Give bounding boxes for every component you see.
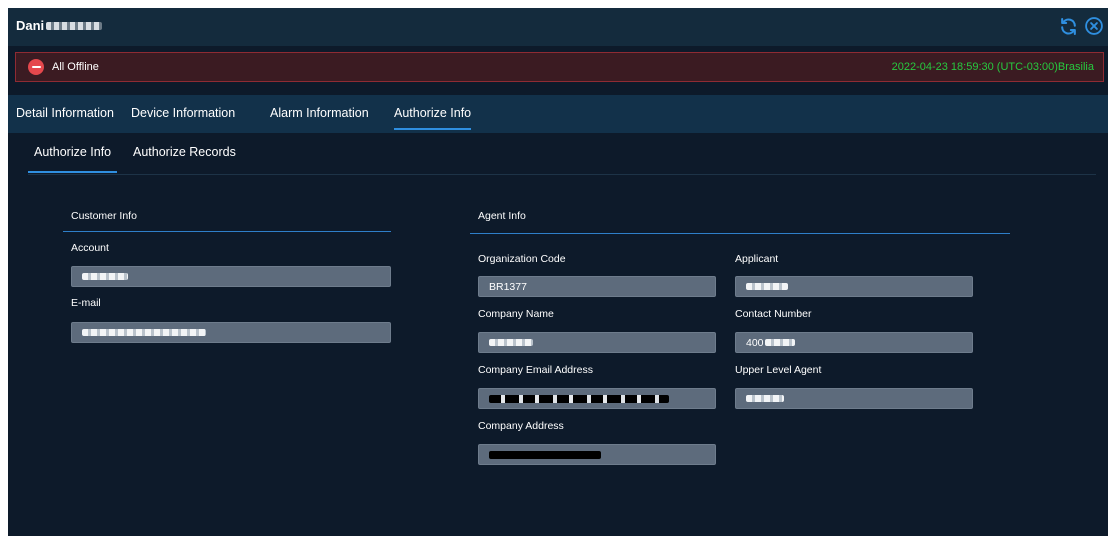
upper-level-agent-label: Upper Level Agent <box>735 364 822 376</box>
subtab-authorize-records[interactable]: Authorize Records <box>133 145 236 159</box>
redacted-company-email <box>489 394 669 403</box>
upper-level-agent-field[interactable] <box>735 388 973 409</box>
window-header: Dani <box>8 8 1108 46</box>
company-address-field[interactable] <box>478 444 716 465</box>
offline-icon <box>28 59 44 75</box>
header-actions <box>1058 16 1104 36</box>
authorize-info-window: Dani All Offline 2022-04-23 18:59:30 (UT… <box>8 8 1108 536</box>
customer-info-title: Customer Info <box>71 210 137 222</box>
close-circle-icon[interactable] <box>1084 16 1104 36</box>
redacted-name <box>46 21 103 30</box>
status-timestamp: 2022-04-23 18:59:30 (UTC-03:00)Brasilia <box>891 61 1094 73</box>
redacted-upper-level-agent <box>746 395 784 402</box>
device-owner-title: Dani <box>16 18 103 33</box>
status-bar: All Offline 2022-04-23 18:59:30 (UTC-03:… <box>15 52 1104 82</box>
email-label: E-mail <box>71 297 101 309</box>
agent-info-title: Agent Info <box>478 210 526 222</box>
applicant-label: Applicant <box>735 253 779 265</box>
applicant-field[interactable] <box>735 276 973 297</box>
account-label: Account <box>71 242 109 254</box>
tab-alarm-information[interactable]: Alarm Information <box>270 106 369 120</box>
tab-authorize-info[interactable]: Authorize Info <box>394 106 472 130</box>
status-label: All Offline <box>52 61 99 73</box>
redacted-account <box>82 273 128 280</box>
redacted-applicant <box>746 283 788 290</box>
redacted-email <box>82 329 206 336</box>
agent-info-divider <box>470 233 1010 234</box>
company-name-field[interactable] <box>478 332 716 353</box>
title-text: Dani <box>16 18 45 33</box>
tab-device-information[interactable]: Device Information <box>131 106 235 120</box>
redacted-company-address <box>489 450 601 459</box>
redacted-contact-number <box>764 339 795 346</box>
status-indicator: All Offline <box>28 59 99 75</box>
redacted-company-name <box>489 339 533 346</box>
main-tab-bar: Detail Information Device Information Al… <box>8 95 1108 133</box>
company-email-field[interactable] <box>478 388 716 409</box>
contact-number-prefix: 400 <box>746 336 764 349</box>
tab-detail-information[interactable]: Detail Information <box>16 106 114 120</box>
email-field[interactable] <box>71 322 391 343</box>
subtab-authorize-info[interactable]: Authorize Info <box>27 145 118 173</box>
refresh-icon[interactable] <box>1058 16 1078 36</box>
contact-number-label: Contact Number <box>735 308 812 320</box>
company-email-label: Company Email Address <box>478 364 593 376</box>
contact-number-field[interactable]: 400 <box>735 332 973 353</box>
sub-tab-bar: Authorize Info Authorize Records <box>27 133 1096 175</box>
company-address-label: Company Address <box>478 420 564 432</box>
account-field[interactable] <box>71 266 391 287</box>
company-name-label: Company Name <box>478 308 554 320</box>
organization-code-label: Organization Code <box>478 253 566 265</box>
organization-code-field[interactable]: BR1377 <box>478 276 716 297</box>
customer-info-divider <box>63 231 391 232</box>
